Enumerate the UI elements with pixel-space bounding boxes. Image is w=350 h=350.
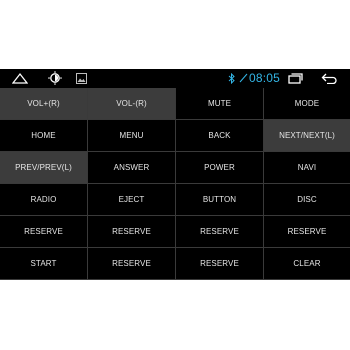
button-button[interactable]: BUTTON — [176, 184, 264, 216]
recent-apps-icon[interactable] — [285, 69, 305, 87]
next-next-l-button[interactable]: NEXT/NEXT(L) — [264, 120, 350, 152]
power-button[interactable]: POWER — [176, 152, 264, 184]
signal-icon — [238, 69, 248, 87]
button-row: HOME MENU BACK NEXT/NEXT(L) — [0, 120, 350, 152]
home-icon[interactable] — [10, 69, 30, 87]
radio-button[interactable]: RADIO — [0, 184, 88, 216]
mute-button[interactable]: MUTE — [176, 88, 264, 120]
vol-r-button[interactable]: VOL-(R) — [88, 88, 176, 120]
reserve-button[interactable]: RESERVE — [176, 216, 264, 248]
reserve-button[interactable]: RESERVE — [88, 248, 176, 280]
back-icon[interactable] — [319, 69, 339, 87]
button-row: START RESERVE RESERVE CLEAR — [0, 248, 350, 280]
start-button[interactable]: START — [0, 248, 88, 280]
button-row: VOL+(R) VOL-(R) MUTE MODE — [0, 88, 350, 120]
prev-prev-l-button[interactable]: PREV/PREV(L) — [0, 152, 88, 184]
reserve-button[interactable]: RESERVE — [0, 216, 88, 248]
menu-button[interactable]: MENU — [88, 120, 176, 152]
home-button[interactable]: HOME — [0, 120, 88, 152]
picture-icon — [74, 69, 88, 87]
reserve-button[interactable]: RESERVE — [176, 248, 264, 280]
brightness-icon[interactable] — [46, 69, 64, 87]
clear-button[interactable]: CLEAR — [264, 248, 350, 280]
reserve-button[interactable]: RESERVE — [264, 216, 350, 248]
button-row: RESERVE RESERVE RESERVE RESERVE — [0, 216, 350, 248]
button-row: RADIO EJECT BUTTON DISC — [0, 184, 350, 216]
reserve-button[interactable]: RESERVE — [88, 216, 176, 248]
bluetooth-icon — [226, 69, 236, 87]
mode-button[interactable]: MODE — [264, 88, 350, 120]
back-button[interactable]: BACK — [176, 120, 264, 152]
disc-button[interactable]: DISC — [264, 184, 350, 216]
navi-button[interactable]: NAVI — [264, 152, 350, 184]
answer-button[interactable]: ANSWER — [88, 152, 176, 184]
status-bar: 08:05 — [0, 69, 350, 87]
steering-key-grid: VOL+(R) VOL-(R) MUTE MODE HOME MENU BACK NEXT/N… — [0, 88, 350, 280]
status-clock: 08:05 — [249, 71, 281, 85]
button-row: PREV/PREV(L) ANSWER POWER NAVI — [0, 152, 350, 184]
vol-r-button[interactable]: VOL+(R) — [0, 88, 88, 120]
eject-button[interactable]: EJECT — [88, 184, 176, 216]
